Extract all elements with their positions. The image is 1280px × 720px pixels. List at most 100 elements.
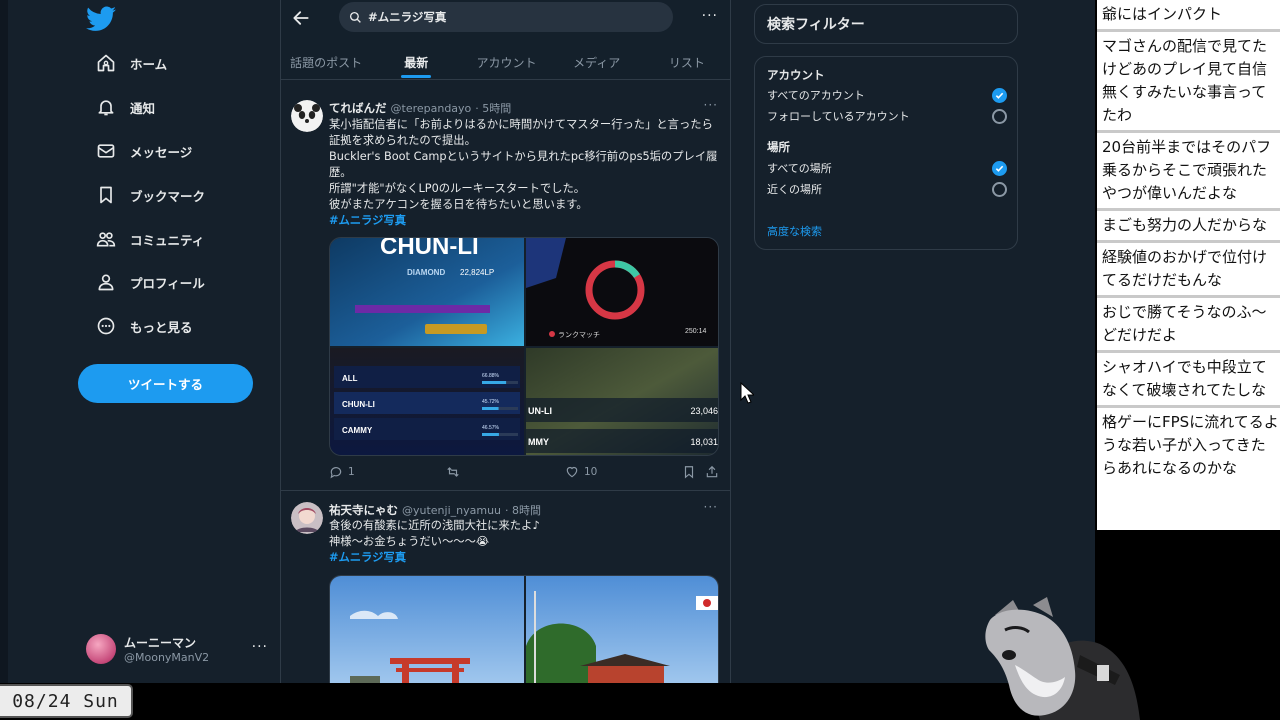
media-match-label: ランクマッチ bbox=[558, 331, 600, 339]
twitter-bird-icon[interactable] bbox=[86, 6, 116, 32]
filter-option-all-locations[interactable]: すべての場所 bbox=[767, 160, 1007, 176]
tweet-author-handle[interactable]: @terepandayo bbox=[391, 102, 472, 115]
tweet[interactable]: 祐天寺にゃむ @yutenji_nyamuu · 8時間 ··· 食後の有酸素に… bbox=[281, 492, 730, 683]
filter-option-near-you[interactable]: 近くの場所 bbox=[767, 181, 1007, 197]
tab-latest[interactable]: 最新 bbox=[371, 44, 461, 80]
tweet-time[interactable]: · 5時間 bbox=[475, 100, 511, 116]
reply-button[interactable]: 1 bbox=[329, 465, 355, 479]
sidebar-item-profile[interactable]: プロフィール bbox=[86, 262, 215, 302]
comment-item: おじで勝てそうなのふ〜 どだけだよ bbox=[1097, 298, 1280, 353]
back-arrow-icon[interactable] bbox=[291, 8, 311, 28]
reply-icon bbox=[330, 467, 342, 479]
checked-radio-icon[interactable] bbox=[992, 160, 1007, 176]
shrine-photos bbox=[330, 576, 718, 683]
account-switcher[interactable]: ムーニーマン @MoonyManV2 ··· bbox=[86, 630, 276, 668]
tweet-author-handle[interactable]: @yutenji_nyamuu bbox=[402, 504, 501, 517]
comment-line: てるだけだもんな bbox=[1102, 271, 1223, 289]
comment-item: シャオハイでも中段立て なくて破壊されてたしな bbox=[1097, 353, 1280, 408]
panda-avatar[interactable] bbox=[291, 100, 323, 132]
tweet-media-grid[interactable]: CHUN-LI DIAMOND 22,824LP ランクマッチ 250:14 A… bbox=[329, 237, 719, 456]
tweet-time[interactable]: · 8時間 bbox=[505, 502, 541, 518]
media-title: CHUN-LI bbox=[380, 238, 479, 260]
tweet-text-line: 食後の有酸素に近所の浅間大社に来たよ♪ bbox=[329, 519, 540, 532]
tweet-header: てればんだ @terepandayo · 5時間 bbox=[329, 100, 511, 116]
sidebar-item-label: ブックマーク bbox=[130, 188, 206, 204]
comment-line: 経験値のおかげで位付け bbox=[1102, 248, 1268, 266]
tweet-author-name[interactable]: 祐天寺にゃむ bbox=[329, 502, 398, 518]
radio-icon[interactable] bbox=[992, 108, 1007, 124]
heart-icon bbox=[566, 466, 578, 478]
sidebar-item-more[interactable]: もっと見る bbox=[86, 306, 203, 346]
tab-top[interactable]: 話題のポスト bbox=[281, 44, 371, 80]
sidebar-item-home[interactable]: ホーム bbox=[86, 43, 177, 83]
more-dots-icon[interactable]: ··· bbox=[704, 500, 718, 514]
share-button[interactable] bbox=[705, 465, 719, 479]
comment-line: シャオハイでも中段立て bbox=[1102, 358, 1267, 376]
comment-line: 20台前半まではそのパフ bbox=[1102, 138, 1272, 156]
hashtag-link[interactable]: #ムニラジ写真 bbox=[329, 213, 719, 229]
profile-name: ムーニーマン bbox=[124, 636, 197, 650]
tab-people[interactable]: アカウント bbox=[461, 44, 551, 80]
comment-line: たわ bbox=[1102, 106, 1133, 124]
bookmark-button[interactable] bbox=[682, 465, 696, 479]
stats-row-name: ALL bbox=[342, 374, 358, 383]
tweet-actions: 1 10 bbox=[329, 465, 719, 485]
sidebar-item-bookmarks[interactable]: ブックマーク bbox=[86, 175, 215, 215]
search-tabs: 話題のポスト 最新 アカウント メディア リスト bbox=[281, 44, 730, 80]
tab-lists[interactable]: リスト bbox=[642, 44, 730, 80]
comment-line: マゴさんの配信で見てた bbox=[1102, 37, 1268, 55]
sidebar-item-communities[interactable]: コミュニティ bbox=[86, 219, 214, 259]
filter-option-label: すべてのアカウント bbox=[767, 89, 865, 102]
tweet-text: 食後の有酸素に近所の浅間大社に来たよ♪ 神様〜お金ちょうだい〜〜〜😭 #ムニラジ… bbox=[329, 518, 719, 566]
mail-icon bbox=[97, 144, 115, 158]
comment-line: うな若い子が入ってきた bbox=[1102, 436, 1266, 454]
filter-heading-location: 場所 bbox=[767, 140, 790, 154]
filter-option-label: フォローしているアカウント bbox=[767, 110, 910, 123]
twitter-window: ホーム 通知 メッセージ ブックマーク コミュニティ プロフィール もっと見る … bbox=[0, 0, 1095, 683]
checked-radio-icon[interactable] bbox=[992, 87, 1007, 103]
stats-row-name: CAMMY bbox=[342, 426, 373, 435]
tweet-author-name[interactable]: てればんだ bbox=[329, 100, 387, 116]
tweet[interactable]: てればんだ @terepandayo · 5時間 ··· 某小指配信者に「お前よ… bbox=[281, 90, 730, 491]
bookmark-icon bbox=[100, 186, 112, 204]
search-filter-title: 検索フィルター bbox=[754, 4, 1018, 44]
media-time: 250:14 bbox=[685, 328, 707, 335]
person-icon bbox=[98, 274, 114, 291]
more-dots-icon[interactable]: ··· bbox=[704, 98, 718, 112]
stats-right-name: MMY bbox=[528, 437, 549, 447]
avatar bbox=[86, 634, 116, 664]
more-dots-icon[interactable]: ··· bbox=[702, 8, 718, 24]
search-input[interactable]: #ムニラジ写真 bbox=[339, 2, 673, 32]
more-circle-icon bbox=[97, 317, 115, 335]
media-lp: 22,824LP bbox=[460, 268, 494, 277]
advanced-search-link[interactable]: 高度な検索 bbox=[767, 223, 822, 239]
comment-line: どだけだよ bbox=[1102, 326, 1178, 344]
sidebar-item-notifications[interactable]: 通知 bbox=[86, 87, 165, 127]
filter-option-all-accounts[interactable]: すべてのアカウント bbox=[767, 87, 1007, 103]
tweet-text-line: 証拠を求められたので提出。 bbox=[329, 134, 476, 147]
mouse-cursor-icon bbox=[740, 382, 754, 404]
stats-row-percent: 66.88% bbox=[482, 373, 500, 379]
sidebar-item-messages[interactable]: メッセージ bbox=[86, 131, 202, 171]
tweet-media-grid[interactable] bbox=[329, 575, 719, 683]
like-count: 10 bbox=[584, 466, 598, 478]
sidebar-item-label: コミュニティ bbox=[130, 232, 205, 248]
tweet-header: 祐天寺にゃむ @yutenji_nyamuu · 8時間 bbox=[329, 502, 541, 518]
bookmark-icon bbox=[684, 466, 694, 479]
comment-line: 無くすみたいな事言って bbox=[1102, 83, 1267, 101]
filter-option-following[interactable]: フォローしているアカウント bbox=[767, 108, 1007, 124]
retweet-icon bbox=[447, 467, 459, 477]
stats-row-percent: 45.72% bbox=[482, 399, 500, 405]
user-avatar[interactable] bbox=[291, 502, 323, 534]
filter-heading-account: アカウント bbox=[767, 68, 825, 82]
radio-icon[interactable] bbox=[992, 181, 1007, 197]
comment-line: なくて破壊されてたしな bbox=[1102, 381, 1267, 399]
stats-rows: ALL 66.88% CHUN-LI 45.72% CAMMY 46.57% bbox=[334, 366, 520, 440]
more-dots-icon[interactable]: ··· bbox=[252, 639, 268, 655]
retweet-button[interactable] bbox=[446, 465, 460, 479]
media-rank: DIAMOND bbox=[407, 268, 445, 277]
tweet-button[interactable]: ツイートする bbox=[78, 364, 253, 403]
hashtag-link[interactable]: #ムニラジ写真 bbox=[329, 550, 719, 566]
tab-media[interactable]: メディア bbox=[552, 44, 642, 80]
like-button[interactable]: 10 bbox=[565, 465, 597, 479]
